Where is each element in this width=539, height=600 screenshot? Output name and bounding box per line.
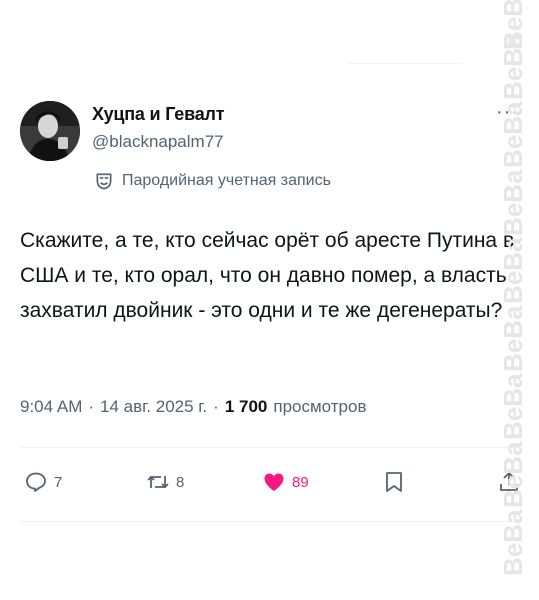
parody-label: Пародийная учетная запись <box>122 172 331 189</box>
views-count: 1 700 <box>224 397 268 416</box>
more-options-icon[interactable]: ··· <box>496 102 519 122</box>
bookmark-button[interactable] <box>382 470 412 494</box>
heart-icon <box>264 473 284 491</box>
author-name[interactable]: Хуцпа и Гевалт <box>92 104 225 125</box>
tweet-text: Скажите, а те, кто сейчас орёт об аресте… <box>20 229 515 322</box>
actions-bottom-divider <box>20 521 519 522</box>
repost-button[interactable]: 8 <box>146 470 184 494</box>
avatar[interactable] <box>20 101 80 161</box>
like-count: 89 <box>292 473 309 491</box>
views-label: просмотров <box>273 397 367 416</box>
tweet-meta: 9:04 AM · 14 авг. 2025 г. · 1 700 просмо… <box>20 397 366 417</box>
share-icon <box>500 471 518 491</box>
watermark-text: BeBa <box>498 305 528 372</box>
watermark-text: BeBa <box>498 509 528 576</box>
watermark-text: BeBa <box>498 33 528 100</box>
like-button[interactable]: 89 <box>262 470 309 494</box>
parody-badge: Пародийная учетная запись <box>94 171 331 191</box>
top-divider <box>348 63 463 64</box>
meta-separator: · <box>213 397 219 416</box>
reply-icon <box>26 472 46 492</box>
tweet-time[interactable]: 9:04 AM <box>20 397 82 417</box>
meta-separator: · <box>88 397 95 416</box>
bookmark-icon <box>386 472 402 492</box>
share-button[interactable] <box>497 470 527 494</box>
reply-button[interactable]: 7 <box>24 470 62 494</box>
tweet-date[interactable]: 14 авг. 2025 г. <box>100 397 207 417</box>
repost-count: 8 <box>176 473 185 491</box>
actions-top-divider <box>20 447 519 448</box>
watermark-text: BeBa <box>498 373 528 440</box>
repost-icon <box>147 475 169 489</box>
author-handle[interactable]: @blacknapalm77 <box>92 132 224 152</box>
watermark-text: BeBa <box>498 101 528 168</box>
mask-icon <box>94 171 114 191</box>
reply-count: 7 <box>54 473 63 491</box>
watermark-text: BeBa <box>498 0 528 50</box>
